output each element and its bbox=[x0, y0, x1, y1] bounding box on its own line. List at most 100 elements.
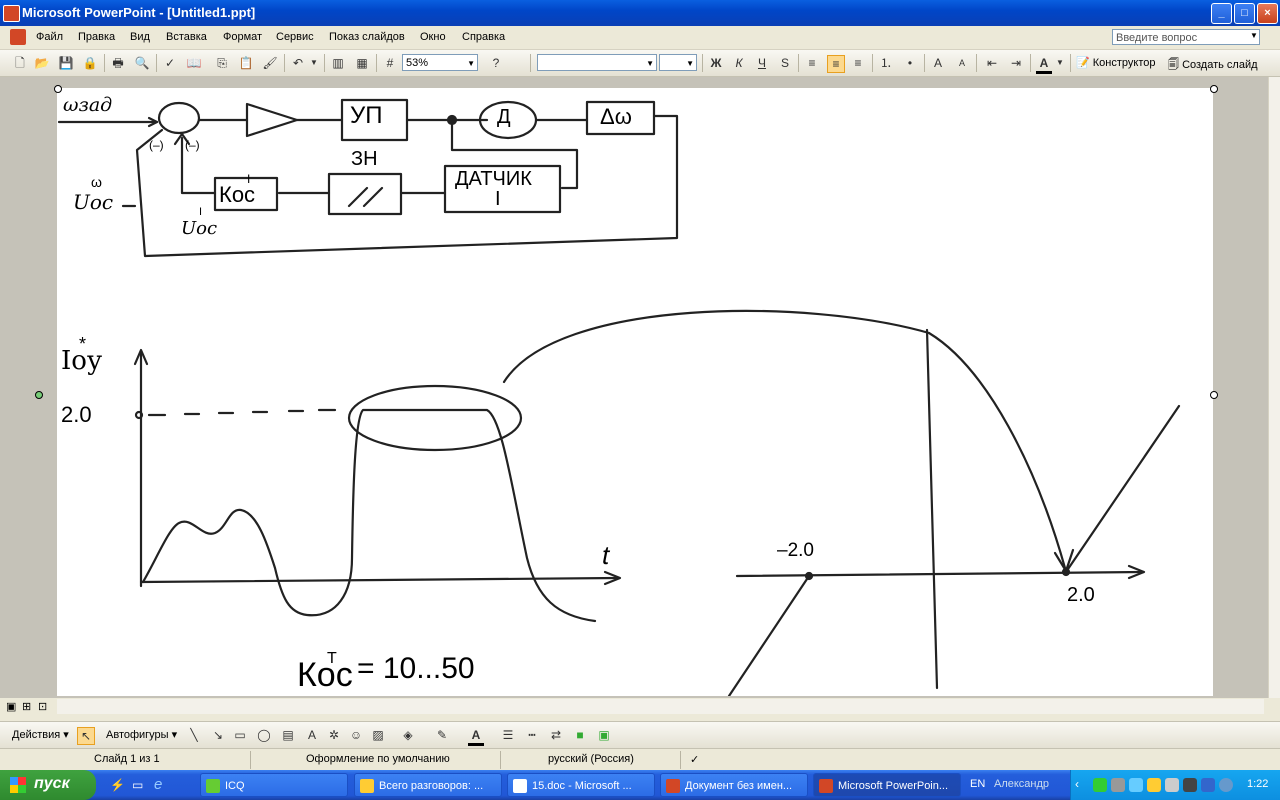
help-icon[interactable]: ? bbox=[488, 55, 504, 71]
shadow-style-icon[interactable]: ■ bbox=[572, 727, 588, 743]
open-icon[interactable]: 📂 bbox=[34, 55, 50, 71]
autoshapes-menu[interactable]: Автофигуры ▾ bbox=[106, 728, 177, 741]
research-icon[interactable]: 📖 bbox=[186, 55, 202, 71]
permission-icon[interactable]: 🔒 bbox=[82, 55, 98, 71]
bold-button[interactable]: Ж bbox=[708, 55, 724, 71]
increase-indent-icon[interactable]: ⇥ bbox=[1008, 55, 1024, 71]
undo-icon[interactable]: ↶ bbox=[290, 55, 306, 71]
tray-app-icon[interactable] bbox=[1201, 778, 1215, 792]
icq-tray-icon[interactable] bbox=[1093, 778, 1107, 792]
grid-icon[interactable]: # bbox=[382, 55, 398, 71]
quicklaunch-icon[interactable]: ⚡ bbox=[110, 778, 125, 792]
rotate-handle[interactable] bbox=[35, 391, 43, 399]
format-painter-icon[interactable]: 🖌 bbox=[262, 55, 278, 71]
horizontal-scrollbar[interactable] bbox=[57, 699, 1264, 714]
numbering-icon[interactable]: ⒈ bbox=[878, 55, 894, 71]
rectangle-icon[interactable]: ▭ bbox=[232, 727, 248, 743]
chevron-down-icon[interactable]: ▼ bbox=[306, 55, 322, 71]
ie-icon[interactable]: e bbox=[154, 776, 162, 793]
menu-format[interactable]: Формат bbox=[223, 31, 262, 43]
shadow-button[interactable]: S bbox=[777, 55, 793, 71]
minimize-button[interactable]: _ bbox=[1211, 3, 1232, 24]
table-icon[interactable]: ▦ bbox=[354, 55, 370, 71]
align-right-icon[interactable]: ≡ bbox=[850, 55, 866, 71]
italic-button[interactable]: К bbox=[731, 55, 747, 71]
align-left-icon[interactable]: ≡ bbox=[804, 55, 820, 71]
decrease-font-icon[interactable]: A bbox=[954, 55, 970, 71]
slide-canvas[interactable]: ωзад УП Д Δω Кос I ЗН ДАТЧИК I (–) (–) U… bbox=[57, 88, 1213, 696]
chevron-down-icon[interactable]: ▼ bbox=[1052, 55, 1068, 71]
vertical-scrollbar[interactable] bbox=[1268, 77, 1280, 698]
increase-font-icon[interactable]: A bbox=[930, 55, 946, 71]
volume-icon[interactable] bbox=[1165, 778, 1179, 792]
select-pointer-icon[interactable]: ↖ bbox=[77, 727, 95, 745]
font-color-icon[interactable]: A bbox=[1036, 55, 1052, 74]
chevron-left-icon[interactable]: ‹ bbox=[1075, 777, 1079, 791]
decrease-indent-icon[interactable]: ⇤ bbox=[984, 55, 1000, 71]
new-slide-button[interactable]: 🗐 Создать слайд bbox=[1168, 56, 1258, 75]
new-icon[interactable]: 🗋 bbox=[12, 55, 28, 71]
wordart-icon[interactable]: A bbox=[304, 727, 320, 743]
paste-icon[interactable]: 📋 bbox=[238, 55, 254, 71]
save-icon[interactable]: 💾 bbox=[58, 55, 74, 71]
font-select[interactable]: ▼ bbox=[537, 54, 657, 71]
print-icon[interactable]: 🖶 bbox=[110, 55, 126, 71]
antivirus-icon[interactable] bbox=[1219, 778, 1233, 792]
menu-help[interactable]: Справка bbox=[462, 31, 505, 43]
menu-file[interactable]: Файл bbox=[36, 31, 63, 43]
spelling-icon[interactable]: ✓ bbox=[162, 55, 178, 71]
menu-window[interactable]: Окно bbox=[420, 31, 446, 43]
close-button[interactable]: × bbox=[1257, 3, 1278, 24]
network-icon[interactable] bbox=[1111, 778, 1125, 792]
task-icq[interactable]: ICQ bbox=[200, 773, 348, 797]
designer-button[interactable]: 📝 Конструктор bbox=[1076, 56, 1155, 69]
oval-icon[interactable]: ◯ bbox=[256, 727, 272, 743]
underline-button[interactable]: Ч bbox=[754, 55, 770, 71]
slideshow-view-icon[interactable]: ⊡ bbox=[38, 700, 47, 713]
language-indicator[interactable]: EN bbox=[970, 778, 985, 790]
textbox-icon[interactable]: ▤ bbox=[280, 727, 296, 743]
menu-insert[interactable]: Вставка bbox=[166, 31, 207, 43]
actions-menu[interactable]: Действия ▾ bbox=[12, 728, 69, 741]
font-color-icon[interactable]: A bbox=[468, 727, 484, 746]
help-search-input[interactable]: Введите вопрос bbox=[1112, 29, 1260, 45]
powerpoint-app-icon[interactable] bbox=[3, 5, 20, 22]
picture-icon[interactable]: ▨ bbox=[370, 727, 386, 743]
task-powerpoint[interactable]: Microsoft PowerPoin... bbox=[813, 773, 961, 797]
bullets-icon[interactable]: • bbox=[902, 55, 918, 71]
menu-slideshow[interactable]: Показ слайдов bbox=[329, 31, 405, 43]
line-icon[interactable]: ╲ bbox=[186, 727, 202, 743]
task-chat[interactable]: Всего разговоров: ... bbox=[354, 773, 502, 797]
desktop-icon[interactable]: ▭ bbox=[132, 778, 143, 792]
menu-edit[interactable]: Правка bbox=[78, 31, 115, 43]
selection-handle[interactable] bbox=[54, 85, 62, 93]
3d-style-icon[interactable]: ▣ bbox=[596, 727, 612, 743]
font-size-select[interactable]: ▼ bbox=[659, 54, 697, 71]
dash-style-icon[interactable]: ┅ bbox=[524, 727, 540, 743]
align-center-icon[interactable]: ≡ bbox=[827, 55, 845, 73]
line-style-icon[interactable]: ☰ bbox=[500, 727, 516, 743]
document-icon[interactable] bbox=[10, 29, 26, 45]
menu-view[interactable]: Вид bbox=[130, 31, 150, 43]
diagram-icon[interactable]: ✲ bbox=[326, 727, 342, 743]
tray-app-icon[interactable] bbox=[1147, 778, 1161, 792]
chart-icon[interactable]: ▥ bbox=[330, 55, 346, 71]
line-color-icon[interactable]: ✎ bbox=[434, 727, 450, 743]
normal-view-icon[interactable]: ▣ bbox=[6, 700, 16, 713]
fill-color-icon[interactable]: ◈ bbox=[400, 727, 416, 743]
arrow-icon[interactable]: ↘ bbox=[210, 727, 226, 743]
preview-icon[interactable]: 🔍 bbox=[134, 55, 150, 71]
clipart-icon[interactable]: ☺ bbox=[348, 727, 364, 743]
maximize-button[interactable]: □ bbox=[1234, 3, 1255, 24]
chevron-down-icon[interactable]: ▼ bbox=[1250, 31, 1258, 40]
selection-handle[interactable] bbox=[1210, 391, 1218, 399]
start-button[interactable]: пуск bbox=[0, 770, 96, 800]
task-document[interactable]: Документ без имен... bbox=[660, 773, 808, 797]
zoom-select[interactable]: 53% ▼ bbox=[402, 54, 478, 71]
monitor-icon[interactable] bbox=[1129, 778, 1143, 792]
menu-tools[interactable]: Сервис bbox=[276, 31, 314, 43]
sorter-view-icon[interactable]: ⊞ bbox=[22, 700, 31, 713]
copy-icon[interactable]: ⎘ bbox=[214, 55, 230, 71]
selection-handle[interactable] bbox=[1210, 85, 1218, 93]
tray-app-icon[interactable] bbox=[1183, 778, 1197, 792]
